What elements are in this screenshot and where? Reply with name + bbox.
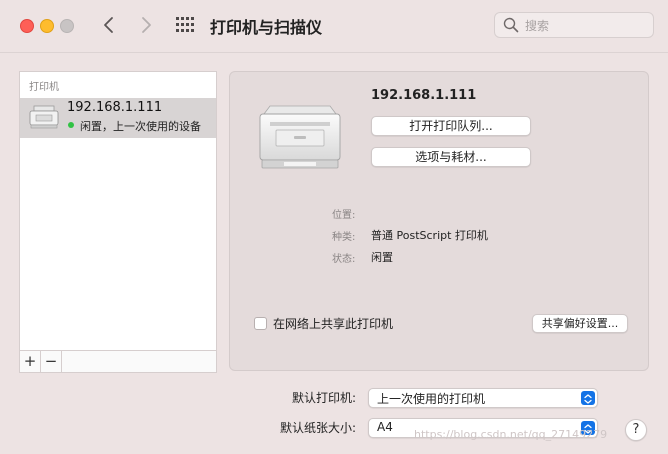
search-field[interactable]: [494, 12, 654, 38]
printer-icon: [29, 105, 59, 129]
printer-list-header: 打印机: [29, 82, 59, 93]
location-label: 位置:: [332, 210, 356, 221]
chevron-right-icon: [142, 17, 151, 33]
close-window-button[interactable]: [20, 19, 34, 33]
watermark-text: https://blog.csdn.net/qq_27149279: [414, 428, 608, 441]
share-printer-label[interactable]: 在网络上共享此打印机: [273, 315, 393, 332]
zoom-window-button[interactable]: [60, 19, 74, 33]
printer-name: 192.168.1.111: [67, 100, 163, 115]
default-paper-label: 默认纸张大小:: [279, 421, 356, 435]
printer-list-item[interactable]: 192.168.1.111 闲置，上一次使用的设备: [20, 98, 216, 138]
search-icon: [503, 17, 519, 33]
printer-list: 打印机 192.168.1.111 闲置，上一次使用的设备 + −: [19, 71, 217, 373]
state-label: 状态:: [332, 254, 356, 265]
printer-detail-name: 192.168.1.111: [371, 88, 477, 103]
default-printer-select[interactable]: 上一次使用的打印机: [368, 388, 598, 408]
remove-printer-button[interactable]: −: [41, 351, 62, 372]
back-button[interactable]: [99, 12, 119, 38]
default-printer-label: 默认打印机:: [291, 391, 356, 405]
state-value: 闲置: [371, 251, 393, 264]
title-divider: [0, 52, 668, 53]
chevron-left-icon: [104, 17, 113, 33]
grid-icon: [176, 17, 194, 32]
sharing-preferences-button[interactable]: 共享偏好设置...: [532, 314, 628, 333]
open-print-queue-button[interactable]: 打开打印队列...: [371, 116, 531, 136]
popup-arrows-icon: [581, 391, 595, 405]
kind-label: 种类:: [332, 232, 356, 243]
forward-button[interactable]: [136, 12, 156, 38]
minimize-window-button[interactable]: [40, 19, 54, 33]
search-input[interactable]: [523, 16, 647, 36]
printer-list-toolbar: + −: [20, 350, 216, 372]
printer-status: 闲置，上一次使用的设备: [80, 120, 201, 133]
options-supplies-button[interactable]: 选项与耗材...: [371, 147, 531, 167]
default-printer-value: 上一次使用的打印机: [377, 392, 486, 406]
share-printer-checkbox[interactable]: [254, 317, 267, 330]
title-bar: 打印机与扫描仪: [0, 0, 668, 52]
help-button[interactable]: ?: [625, 419, 647, 441]
default-paper-value: A4: [377, 420, 393, 434]
printer-detail-panel: 192.168.1.111 打开打印队列... 选项与耗材... 位置: 种类:…: [229, 71, 649, 371]
kind-value: 普通 PostScript 打印机: [371, 229, 488, 242]
show-all-preferences-button[interactable]: [176, 17, 195, 33]
add-printer-button[interactable]: +: [20, 351, 41, 372]
window-title: 打印机与扫描仪: [210, 18, 323, 37]
printer-large-icon: [259, 105, 341, 169]
status-idle-indicator: [68, 122, 74, 128]
